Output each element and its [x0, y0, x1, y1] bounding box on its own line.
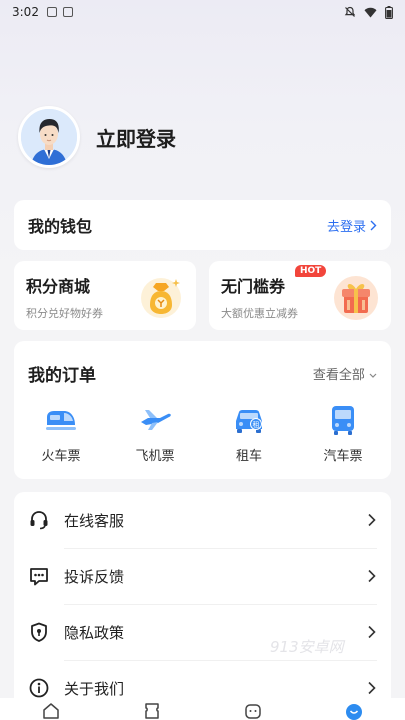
- headset-icon: [30, 511, 48, 530]
- status-icons: [344, 5, 393, 19]
- view-all-orders-link[interactable]: 查看全部: [313, 364, 377, 383]
- wallet-login-link[interactable]: 去登录: [327, 216, 377, 235]
- menu-item-customer-service[interactable]: 在线客服: [14, 492, 391, 548]
- tab-tickets[interactable]: [101, 698, 202, 720]
- image-icon: [46, 7, 57, 17]
- status-time: 3:02: [12, 5, 39, 19]
- chevron-down-icon: [369, 373, 377, 378]
- points-mall-card[interactable]: 积分商城 积分兑好物好券: [14, 261, 196, 330]
- order-label: 火车票: [41, 449, 81, 464]
- profile-header[interactable]: 立即登录: [18, 106, 176, 168]
- chevron-right-icon: [370, 220, 377, 230]
- bottom-tab-bar: [0, 698, 405, 720]
- watermark: 913安卓网: [270, 638, 344, 656]
- ticket-icon: [145, 703, 159, 719]
- order-label: 租车: [235, 449, 262, 464]
- order-label: 汽车票: [323, 449, 363, 464]
- tab-service[interactable]: [203, 698, 304, 720]
- menu-item-feedback[interactable]: 投诉反馈: [14, 548, 391, 604]
- tab-home[interactable]: [0, 698, 101, 720]
- gift-box-icon: [334, 276, 378, 320]
- user-avatar-icon[interactable]: [18, 106, 80, 168]
- menu-label: 隐私政策: [64, 623, 125, 642]
- login-link[interactable]: 立即登录: [96, 123, 176, 152]
- tab-profile[interactable]: [304, 698, 405, 720]
- order-label: 飞机票: [135, 449, 175, 464]
- order-train-ticket[interactable]: 火车票: [14, 403, 108, 464]
- hot-badge: HOT: [295, 265, 327, 277]
- a-app-icon: [62, 7, 73, 17]
- status-bar: 3:02: [0, 0, 405, 24]
- train-icon: [46, 411, 76, 430]
- orders-card: 我的订单 查看全部 火车票 飞机票 租 租车 汽车票: [14, 341, 391, 479]
- battery-icon: [385, 5, 393, 19]
- wallet-title: 我的钱包: [28, 217, 93, 236]
- menu-label: 在线客服: [64, 511, 125, 530]
- wallet-login-label: 去登录: [326, 219, 366, 235]
- money-bag-icon: [141, 278, 181, 318]
- shield-icon: [31, 622, 47, 642]
- chevron-right-icon: [368, 625, 376, 639]
- car-rental-icon: 租: [236, 410, 262, 433]
- order-categories: 火车票 飞机票 租 租车 汽车票: [14, 403, 391, 464]
- home-icon: [42, 703, 59, 719]
- menu-label: 关于我们: [64, 679, 125, 698]
- profile-icon: [346, 704, 363, 720]
- chevron-right-icon: [368, 569, 376, 583]
- service-icon: [245, 704, 261, 719]
- menu-label: 投诉反馈: [64, 567, 125, 586]
- info-icon: [29, 678, 49, 698]
- chevron-right-icon: [368, 513, 376, 527]
- coupon-card[interactable]: 无门槛券 HOT 大额优惠立减券: [209, 261, 391, 330]
- bus-icon: [332, 406, 354, 435]
- view-all-label: 查看全部: [312, 368, 365, 383]
- orders-title: 我的订单: [28, 366, 96, 386]
- chat-icon: [30, 568, 48, 586]
- chevron-right-icon: [368, 681, 376, 695]
- order-bus-ticket[interactable]: 汽车票: [296, 403, 390, 464]
- wallet-card[interactable]: 我的钱包 去登录: [14, 200, 391, 250]
- mute-bell-icon: [344, 6, 356, 17]
- settings-menu: 在线客服 投诉反馈 隐私政策 关于我们: [14, 492, 391, 707]
- order-flight-ticket[interactable]: 飞机票: [108, 403, 202, 464]
- wifi-icon: [364, 7, 377, 17]
- plane-icon: [141, 410, 171, 430]
- order-car-rental[interactable]: 租 租车: [202, 403, 296, 464]
- svg-text:租: 租: [253, 421, 260, 429]
